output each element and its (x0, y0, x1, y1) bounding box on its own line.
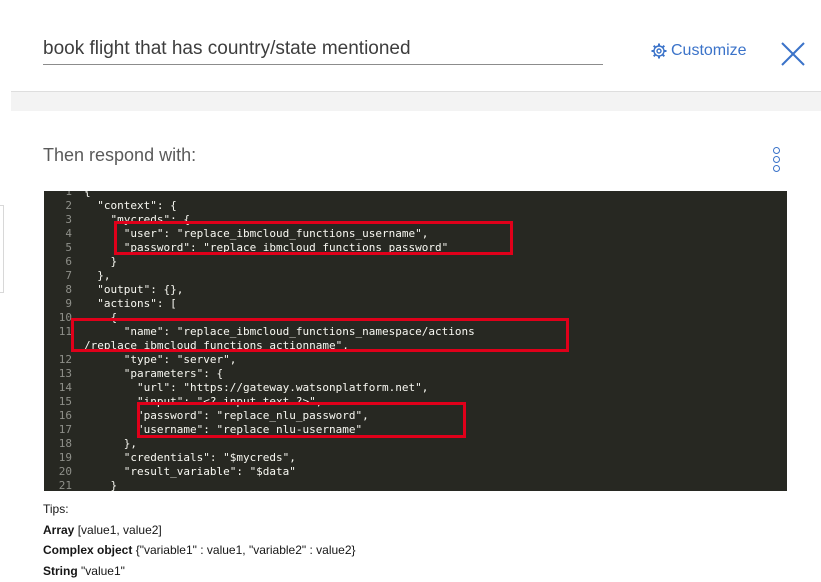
line-number: 7 (65, 269, 72, 282)
line-number: 2 (65, 199, 72, 212)
line-number: 6 (65, 255, 72, 268)
code-line: 9 "actions": [ (44, 297, 787, 311)
code-line: 8 "output": {}, (44, 283, 787, 297)
customize-label: Customize (671, 42, 747, 59)
line-number: 21 (58, 479, 72, 491)
highlight-box (114, 221, 513, 255)
line-number: 10 (58, 311, 72, 324)
line-number: 8 (65, 283, 72, 296)
code-line: 6 } (44, 255, 787, 269)
overflow-menu-icon[interactable] (773, 147, 781, 177)
line-number: 4 (65, 227, 72, 240)
highlight-box (137, 402, 466, 438)
left-panel-stub (0, 205, 4, 293)
line-code: "context": { (84, 199, 177, 212)
code-line: 13 "parameters": { (44, 367, 787, 381)
line-number: 14 (58, 381, 72, 394)
tip-complex-object: Complex object {"variable1" : value1, "v… (43, 543, 356, 557)
condition-input[interactable] (43, 34, 603, 65)
line-number: 9 (65, 297, 72, 310)
line-code: "url": "https://gateway.watsonplatform.n… (84, 381, 429, 394)
gear-icon (651, 43, 667, 59)
line-number: 5 (65, 241, 72, 254)
line-code: }, (84, 437, 137, 450)
code-line: 19 "credentials": "$mycreds", (44, 451, 787, 465)
respond-with-label: Then respond with: (43, 145, 197, 165)
customize-button[interactable]: Customize (651, 42, 747, 60)
line-code: "output": {}, (84, 283, 184, 296)
code-line: 20 "result_variable": "$data" (44, 465, 787, 479)
tips-section: Tips: Array [value1, value2] Complex obj… (43, 499, 356, 581)
highlight-box (71, 318, 569, 352)
line-number: 18 (58, 437, 72, 450)
code-line: 18 }, (44, 437, 787, 451)
line-code: }, (84, 269, 111, 282)
json-editor[interactable]: 1{2 "context": {3 "mycreds": {4 "user": … (44, 191, 787, 491)
code-line: 14 "url": "https://gateway.watsonplatfor… (44, 381, 787, 395)
code-line: 21 } (44, 479, 787, 491)
code-line: 1{ (44, 191, 787, 199)
tips-title: Tips: (43, 502, 69, 516)
line-number: 16 (58, 409, 72, 422)
line-number: 19 (58, 451, 72, 464)
close-icon[interactable] (779, 40, 807, 68)
line-code: "actions": [ (84, 297, 177, 310)
response-card: Then respond with: 1{2 "context": {3 "my… (11, 111, 821, 582)
code-line: 2 "context": { (44, 199, 787, 213)
tip-array: Array [value1, value2] (43, 522, 162, 537)
code-line: 7 }, (44, 269, 787, 283)
line-number: 13 (58, 367, 72, 380)
line-code: } (84, 479, 118, 491)
code-line: 12 "type": "server", (44, 353, 787, 367)
line-number: 11 (58, 325, 72, 338)
line-number: 12 (58, 353, 72, 366)
line-code: "parameters": { (84, 367, 224, 380)
line-number: 3 (65, 213, 72, 226)
line-code: } (84, 255, 118, 268)
line-number: 15 (58, 395, 72, 408)
line-code: { (84, 191, 91, 198)
line-number: 20 (58, 465, 72, 478)
node-header-panel: Customize (11, 0, 821, 92)
line-code: "result_variable": "$data" (84, 465, 296, 478)
line-code: "credentials": "$mycreds", (84, 451, 296, 464)
line-code: "type": "server", (84, 353, 237, 366)
tip-string: String "value1" (43, 563, 125, 578)
line-number: 1 (65, 191, 72, 198)
line-number: 17 (58, 423, 72, 436)
